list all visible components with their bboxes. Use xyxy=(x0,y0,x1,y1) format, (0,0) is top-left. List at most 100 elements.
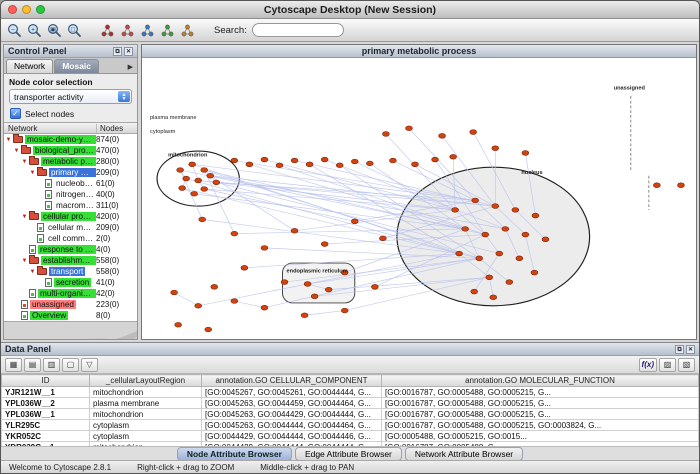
tree-row[interactable]: ▼cellular process420(0) xyxy=(4,211,137,222)
trash-icon[interactable]: ▽ xyxy=(81,358,98,372)
table-row[interactable]: YPL036W__1mitochondrion[GO:0045263, GO:0… xyxy=(2,409,699,420)
network-node xyxy=(261,245,268,250)
select-nodes-row[interactable]: ✓ Select nodes xyxy=(4,106,137,122)
table-row[interactable]: YLR295Ccytoplasm[GO:0045263, GO:0044444,… xyxy=(2,420,699,431)
dropdown-value: transporter activity xyxy=(14,92,83,102)
network-node xyxy=(321,157,328,162)
float-panel-icon[interactable]: ⧉ xyxy=(675,345,684,354)
network-node xyxy=(205,327,212,332)
tab-network[interactable]: Network xyxy=(6,59,53,73)
zoom-window-icon[interactable] xyxy=(36,5,45,14)
close-panel-icon[interactable]: ✕ xyxy=(124,47,133,56)
tab-edge-attribute-browser[interactable]: Edge Attribute Browser xyxy=(295,447,402,461)
tree-header: Network Nodes xyxy=(4,122,137,134)
tab-mosaic[interactable]: Mosaic xyxy=(54,59,99,73)
table-cell: [GO:0016787, GO:0005488, GO:0005215, GO:… xyxy=(382,420,699,431)
zoom-selected-region-icon[interactable]: ▣ xyxy=(45,21,64,40)
network-node xyxy=(201,187,208,192)
create-network-from-selection-icon[interactable] xyxy=(138,21,157,40)
network-node xyxy=(432,157,439,162)
delete-attribute-icon[interactable]: ▢ xyxy=(62,358,79,372)
document-icon xyxy=(21,300,28,309)
select-attributes-icon[interactable]: ▦ xyxy=(5,358,22,372)
tree-row[interactable]: cellular metabo...209(0) xyxy=(4,222,137,233)
tree-header-nodes[interactable]: Nodes xyxy=(97,124,137,133)
table-row[interactable]: YJR121W__1mitochondrion[GO:0045267, GO:0… xyxy=(2,387,699,398)
tree-row[interactable]: ▼metabolic process280(0) xyxy=(4,156,137,167)
network-node xyxy=(183,176,190,181)
application-window: Cytoscape Desktop (New Session) − + ▣ □ xyxy=(0,0,700,474)
overview-art xyxy=(4,322,137,339)
table-cell: mitochondrion xyxy=(90,387,202,398)
network-node xyxy=(231,231,238,236)
tree-row[interactable]: cell communica...2(0) xyxy=(4,233,137,244)
function-builder-icon[interactable]: f(x) xyxy=(639,358,657,372)
table-cell: [GO:0044429, GO:0044444, GO:0044446, G..… xyxy=(202,431,382,442)
network-node xyxy=(522,151,529,156)
unselect-attributes-icon[interactable]: ▤ xyxy=(24,358,41,372)
tab-node-attribute-browser[interactable]: Node Attribute Browser xyxy=(177,447,292,461)
expander-icon[interactable]: ▼ xyxy=(20,258,29,264)
column-header[interactable]: annotation.GO CELLULAR_COMPONENT xyxy=(202,375,382,387)
expander-icon[interactable]: ▼ xyxy=(28,269,37,275)
expander-icon[interactable]: ▼ xyxy=(20,214,29,220)
network-node xyxy=(213,180,220,185)
table-cell: plasma membrane xyxy=(90,398,202,409)
close-panel-icon[interactable]: ✕ xyxy=(686,345,695,354)
close-window-icon[interactable] xyxy=(8,5,17,14)
tree-row[interactable]: secretion41(0) xyxy=(4,277,137,288)
float-panel-icon[interactable]: ⧉ xyxy=(113,47,122,56)
zoom-fit-icon[interactable]: □ xyxy=(65,21,84,40)
tree-header-network[interactable]: Network xyxy=(4,124,97,133)
node-color-dropdown[interactable]: transporter activity ▲▼ xyxy=(9,89,132,104)
expander-icon[interactable]: ▼ xyxy=(20,159,29,165)
tree-row[interactable]: ▼mosaic-demo-yeast874(0) xyxy=(4,134,137,145)
network-node xyxy=(179,186,186,191)
tree-row[interactable]: Overview8(0) xyxy=(4,310,137,321)
window-title: Cytoscape Desktop (New Session) xyxy=(1,4,699,16)
tree-row[interactable]: multi-organism pro...42(0) xyxy=(4,288,137,299)
tab-network-attribute-browser[interactable]: Network Attribute Browser xyxy=(405,447,523,461)
new-attribute-icon[interactable]: ▥ xyxy=(43,358,60,372)
table-row[interactable]: YPL036W__2plasma membrane[GO:0045263, GO… xyxy=(2,398,699,409)
network-node xyxy=(207,173,214,178)
table-row[interactable]: YKR052Ccytoplasm[GO:0044429, GO:0044444,… xyxy=(2,431,699,442)
tree-row[interactable]: ▼transport558(0) xyxy=(4,266,137,277)
expander-icon[interactable]: ▼ xyxy=(28,170,37,176)
tree-row[interactable]: ▼biological_process470(0) xyxy=(4,145,137,156)
expander-icon[interactable]: ▼ xyxy=(12,148,21,154)
vizmapper-icon[interactable] xyxy=(178,21,197,40)
apply-layout-icon[interactable] xyxy=(158,21,177,40)
network-node xyxy=(506,280,513,285)
tree-row[interactable]: response to stimulu4(0) xyxy=(4,244,137,255)
minimize-window-icon[interactable] xyxy=(22,5,31,14)
network-canvas[interactable]: plasma membranecytoplasmmitochondrionnuc… xyxy=(142,58,696,339)
expander-icon[interactable]: ▼ xyxy=(4,137,13,143)
tree-row[interactable]: unassigned223(0) xyxy=(4,299,137,310)
column-header[interactable]: annotation.GO MOLECULAR_FUNCTION xyxy=(382,375,699,387)
tree-row[interactable]: nitrogen compo...40(0) xyxy=(4,189,137,200)
tree-row[interactable]: ▼establishment of lo...558(0) xyxy=(4,255,137,266)
network-node xyxy=(492,204,499,209)
folder-icon xyxy=(29,158,39,165)
zoom-in-icon[interactable]: + xyxy=(25,21,44,40)
tree-row[interactable]: ▼primary metab...209(0) xyxy=(4,167,137,178)
export-attributes-folder-icon[interactable]: ▧ xyxy=(678,358,695,372)
import-attributes-folder-icon[interactable]: ▨ xyxy=(659,358,676,372)
tree-node-count: 470(0) xyxy=(96,146,136,155)
zoom-out-icon[interactable]: − xyxy=(5,21,24,40)
network-node xyxy=(351,159,358,164)
tree-row[interactable]: macromolecule...311(0) xyxy=(4,200,137,211)
tree-row[interactable]: nucleobase...61(0) xyxy=(4,178,137,189)
search-input[interactable] xyxy=(252,23,344,37)
show-graphics-details-icon[interactable] xyxy=(98,21,117,40)
tab-overflow-icon[interactable]: ▶ xyxy=(124,63,137,73)
svg-text:nucleus: nucleus xyxy=(521,170,542,176)
column-header[interactable]: ID xyxy=(2,375,90,387)
network-node xyxy=(306,162,313,167)
select-nodes-checkbox[interactable]: ✓ xyxy=(10,108,21,119)
hide-selected-nodes-icon[interactable] xyxy=(118,21,137,40)
overview-thumbnail[interactable] xyxy=(4,321,137,339)
column-header[interactable]: _cellularLayoutRegion xyxy=(90,375,202,387)
network-view-title[interactable]: primary metabolic process xyxy=(142,45,696,58)
